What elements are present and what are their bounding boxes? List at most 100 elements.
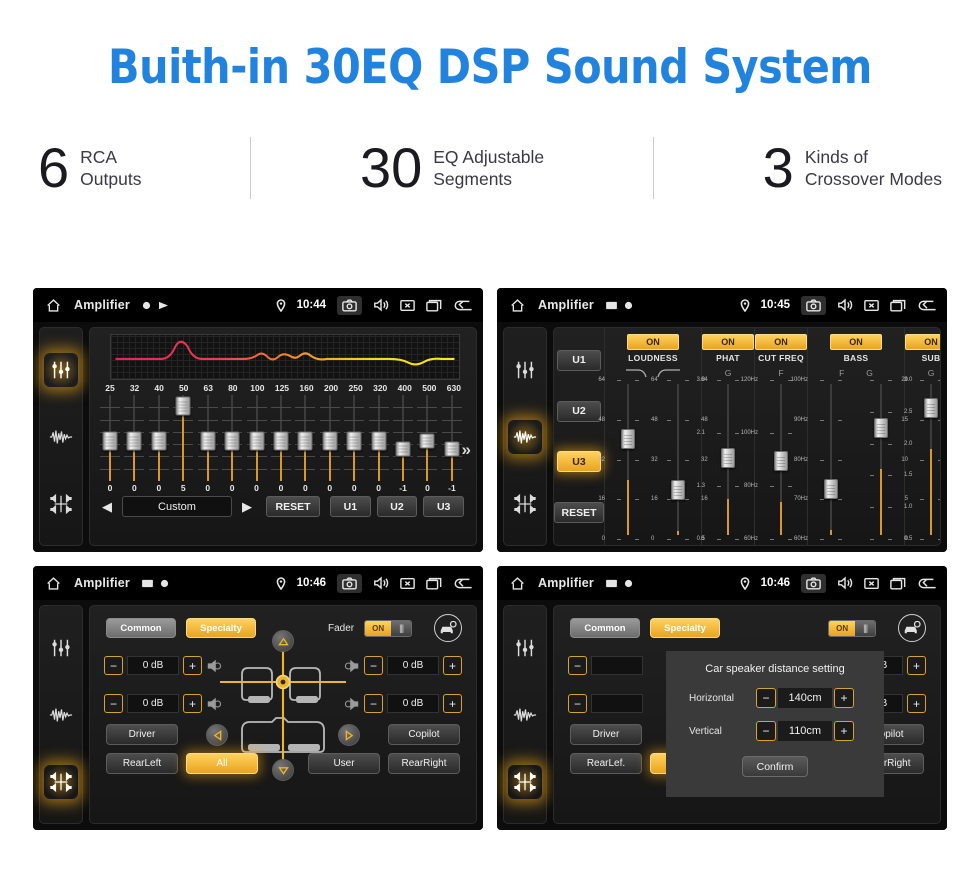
eq-slider-track[interactable] bbox=[294, 395, 316, 481]
dsp-slider[interactable]: 3.0 2.1 1.3 0.5 bbox=[697, 377, 751, 542]
eq-slider-track[interactable] bbox=[246, 395, 268, 481]
decrease-button[interactable]: − bbox=[568, 694, 587, 713]
camera-icon[interactable] bbox=[801, 573, 826, 593]
eq-slider-track[interactable] bbox=[416, 395, 438, 481]
home-icon[interactable] bbox=[45, 576, 62, 591]
preset-u2-button[interactable]: U2 bbox=[557, 400, 601, 422]
increase-button[interactable]: + bbox=[907, 656, 926, 675]
toggle-on-button[interactable]: ON bbox=[905, 334, 940, 350]
eq-slider-knob[interactable] bbox=[273, 431, 289, 451]
dsp-slider-knob[interactable] bbox=[774, 451, 788, 471]
back-icon[interactable] bbox=[917, 299, 937, 312]
position-all-button[interactable]: All bbox=[186, 753, 258, 774]
eq-slider-knob[interactable] bbox=[395, 441, 411, 457]
sidebar-item-equalizer[interactable] bbox=[508, 631, 542, 665]
dsp-slider[interactable]: 20 15 10 5 0 bbox=[901, 377, 940, 542]
dsp-slider-knob[interactable] bbox=[621, 429, 635, 449]
eq-slider-knob[interactable] bbox=[151, 431, 167, 451]
sidebar-item-balance[interactable] bbox=[44, 764, 78, 799]
eq-slider-knob[interactable] bbox=[175, 396, 191, 416]
eq-slider-track[interactable] bbox=[99, 395, 121, 481]
confirm-button[interactable]: Confirm bbox=[742, 756, 808, 777]
horizontal-decrease-button[interactable]: − bbox=[756, 688, 776, 708]
sidebar-item-equalizer[interactable] bbox=[44, 631, 78, 665]
fader-toggle[interactable]: ON ||| bbox=[364, 619, 413, 637]
camera-icon[interactable] bbox=[801, 295, 826, 315]
increase-button[interactable]: + bbox=[183, 656, 202, 675]
volume-icon[interactable] bbox=[837, 298, 853, 312]
sidebar-item-waveform[interactable] bbox=[508, 698, 542, 732]
position-rearright-button[interactable]: RearRight bbox=[388, 753, 460, 774]
car-settings-button[interactable] bbox=[434, 614, 462, 642]
car-seats-diagram[interactable] bbox=[218, 634, 348, 770]
dsp-slider[interactable]: 100Hz 90Hz 80Hz 70Hz 60Hz bbox=[791, 377, 854, 542]
more-chevron-icon[interactable]: » bbox=[462, 440, 471, 460]
close-app-icon[interactable] bbox=[864, 577, 879, 590]
preset-u2-button[interactable]: U2 bbox=[376, 496, 418, 517]
eq-slider-track[interactable] bbox=[221, 395, 243, 481]
eq-slider-knob[interactable] bbox=[200, 431, 216, 451]
sidebar-item-waveform[interactable] bbox=[508, 419, 542, 454]
dsp-slider[interactable]: 64 48 32 16 0 64 48 32 16 0 bbox=[598, 377, 657, 542]
nav-down-button[interactable] bbox=[272, 759, 294, 781]
dsp-slider[interactable]: 3.0 2.5 2.0 1.5 1.0 0.5 bbox=[858, 377, 912, 542]
prev-preset-button[interactable]: ◀ bbox=[98, 499, 116, 515]
preset-u3-button[interactable]: U3 bbox=[557, 451, 601, 473]
sidebar-item-waveform[interactable] bbox=[44, 420, 78, 454]
position-user-button[interactable]: User bbox=[308, 753, 380, 774]
back-icon[interactable] bbox=[453, 577, 473, 590]
volume-icon[interactable] bbox=[837, 576, 853, 590]
home-icon[interactable] bbox=[45, 298, 62, 313]
reset-button[interactable]: RESET bbox=[266, 496, 320, 517]
nav-right-button[interactable] bbox=[338, 724, 360, 746]
decrease-button[interactable]: − bbox=[364, 656, 383, 675]
position-driver-button[interactable]: Driver bbox=[570, 724, 642, 745]
eq-slider-knob[interactable] bbox=[297, 431, 313, 451]
toggle-on-button[interactable]: ON bbox=[627, 334, 679, 350]
dsp-slider-knob[interactable] bbox=[874, 418, 888, 438]
decrease-button[interactable]: − bbox=[104, 656, 123, 675]
position-rearleft-button[interactable]: RearLef. bbox=[570, 753, 642, 774]
close-app-icon[interactable] bbox=[400, 299, 415, 312]
volume-icon[interactable] bbox=[373, 576, 389, 590]
home-icon[interactable] bbox=[509, 298, 526, 313]
eq-slider-track[interactable] bbox=[319, 395, 341, 481]
sidebar-item-equalizer[interactable] bbox=[508, 353, 542, 387]
nav-up-button[interactable] bbox=[272, 630, 294, 652]
eq-slider-knob[interactable] bbox=[102, 431, 118, 451]
preset-name[interactable]: Custom bbox=[122, 496, 232, 517]
dsp-slider-knob[interactable] bbox=[671, 479, 685, 500]
vertical-decrease-button[interactable]: − bbox=[756, 721, 776, 741]
eq-slider-track[interactable] bbox=[148, 395, 170, 481]
preset-u3-button[interactable]: U3 bbox=[423, 496, 465, 517]
camera-icon[interactable] bbox=[337, 295, 362, 315]
dsp-slider[interactable]: 64 48 32 16 0 bbox=[655, 377, 708, 542]
increase-button[interactable]: + bbox=[907, 694, 926, 713]
eq-slider-knob[interactable] bbox=[346, 431, 362, 451]
eq-slider-track[interactable] bbox=[368, 395, 390, 481]
eq-slider-track[interactable] bbox=[270, 395, 292, 481]
recent-apps-icon[interactable] bbox=[890, 299, 906, 312]
recent-apps-icon[interactable] bbox=[426, 299, 442, 312]
sidebar-item-balance[interactable] bbox=[508, 487, 542, 521]
dsp-slider-knob[interactable] bbox=[824, 478, 838, 499]
toggle-on-button[interactable]: ON bbox=[755, 334, 807, 350]
recent-apps-icon[interactable] bbox=[890, 577, 906, 590]
horizontal-increase-button[interactable]: + bbox=[834, 688, 854, 708]
eq-slider-knob[interactable] bbox=[419, 433, 435, 449]
car-settings-button[interactable] bbox=[898, 614, 926, 642]
decrease-button[interactable]: − bbox=[568, 656, 587, 675]
home-icon[interactable] bbox=[509, 576, 526, 591]
close-app-icon[interactable] bbox=[400, 577, 415, 590]
dsp-reset-button[interactable]: RESET bbox=[554, 502, 604, 524]
preset-u1-button[interactable]: U1 bbox=[330, 496, 371, 517]
position-copilot-button[interactable]: Copilot bbox=[388, 724, 460, 745]
increase-button[interactable]: + bbox=[443, 656, 462, 675]
eq-slider-knob[interactable] bbox=[444, 441, 460, 457]
dsp-slider-knob[interactable] bbox=[721, 447, 735, 468]
next-preset-button[interactable]: ▶ bbox=[238, 499, 256, 515]
toggle-on-button[interactable]: ON bbox=[830, 334, 882, 350]
increase-button[interactable]: + bbox=[183, 694, 202, 713]
toggle-on-button[interactable]: ON bbox=[702, 334, 754, 350]
sidebar-item-waveform[interactable] bbox=[44, 698, 78, 732]
